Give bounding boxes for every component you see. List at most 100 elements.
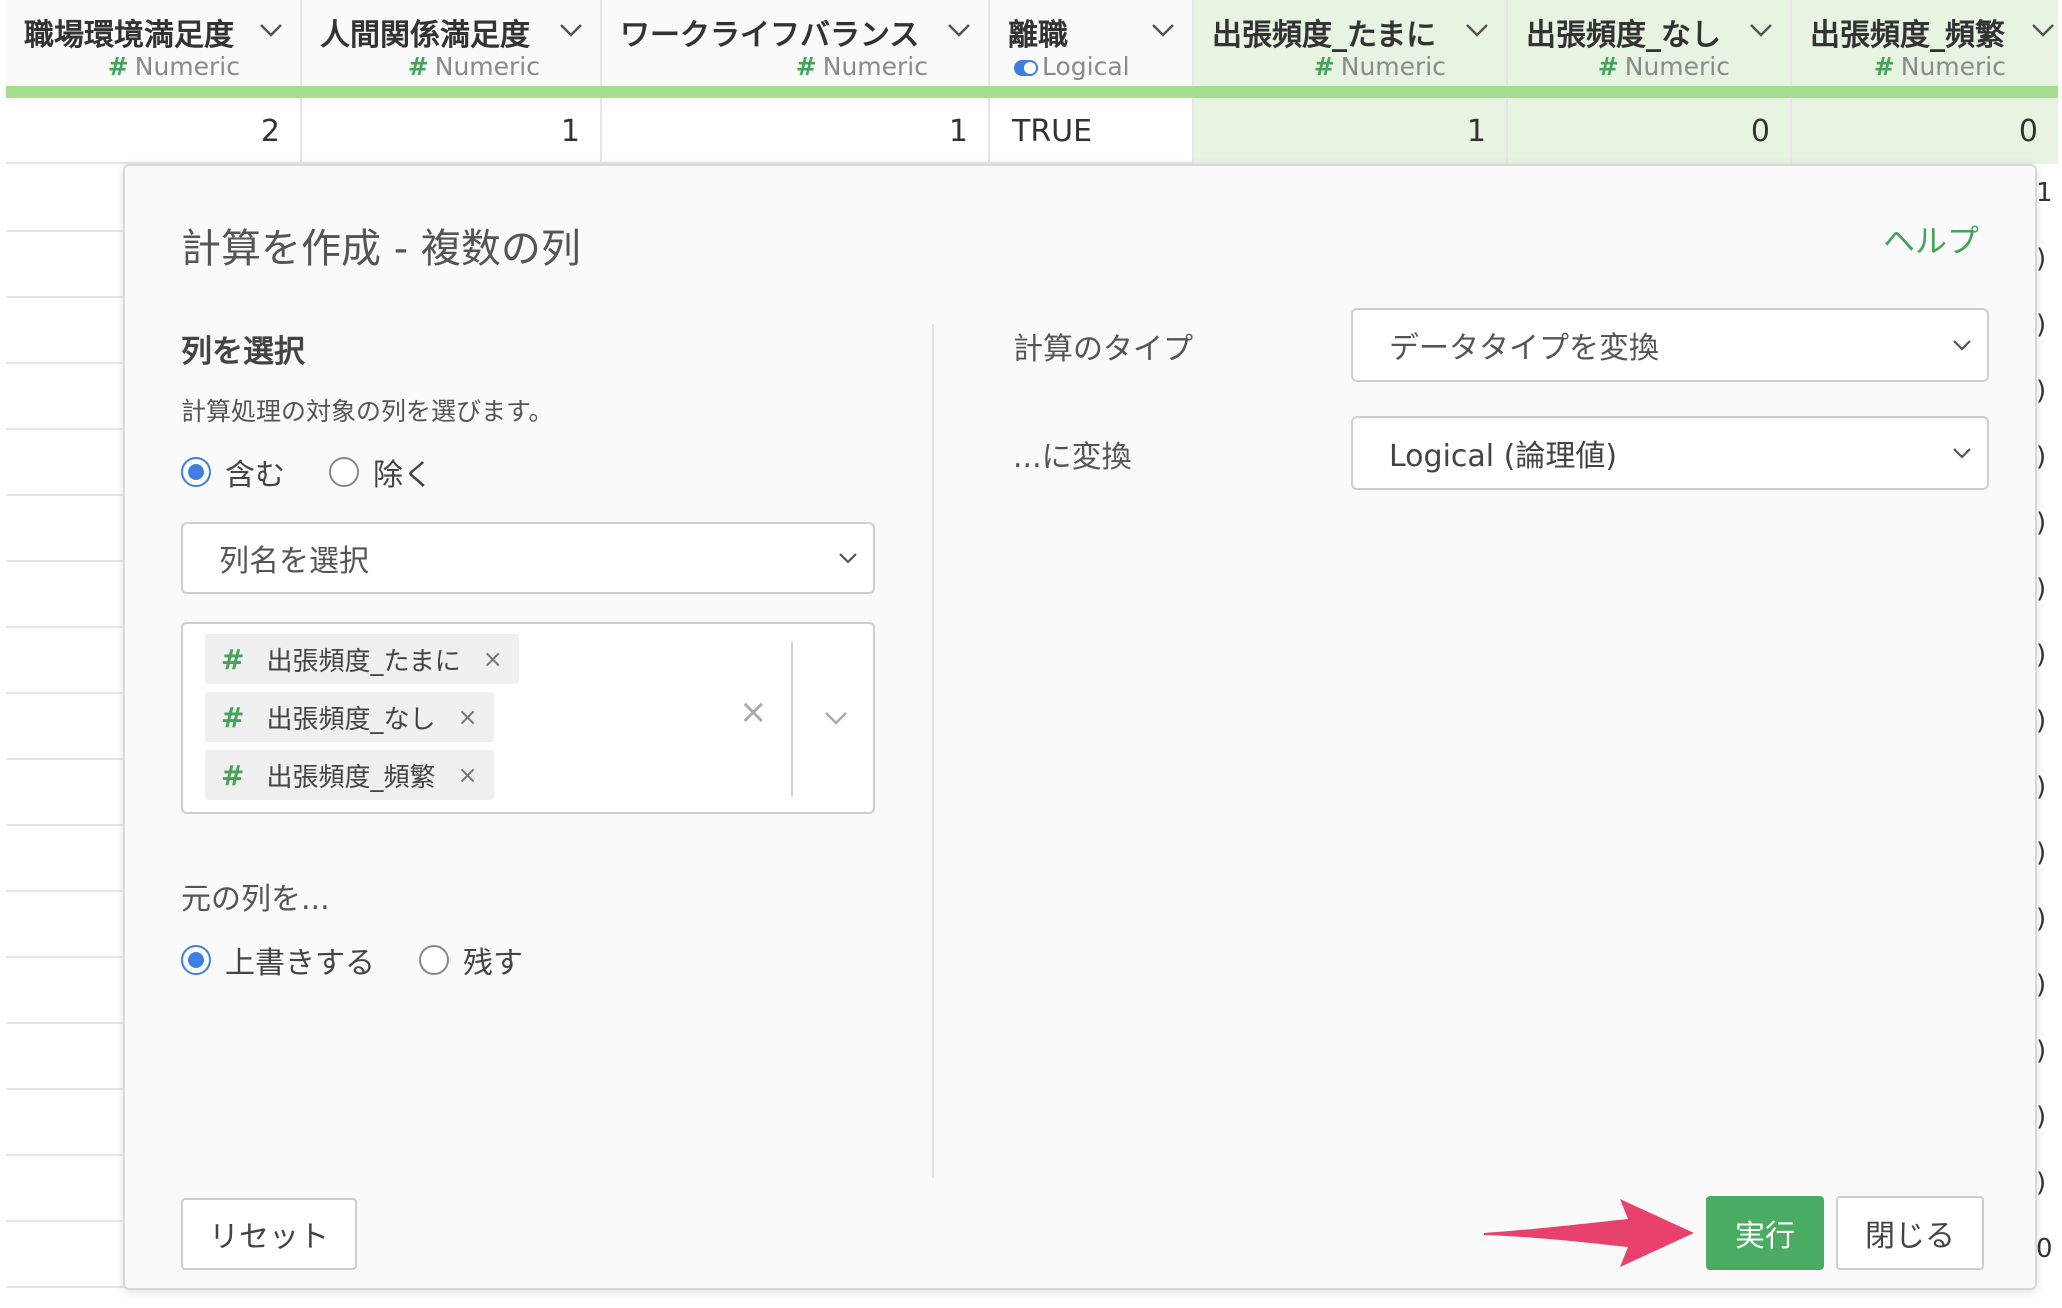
column-name: 出張頻度_たまに [1212, 18, 1437, 53]
convert-to-select[interactable]: Logical (論理値) [1351, 416, 1989, 490]
column-name: 人間関係満足度 [320, 18, 530, 53]
column-name-select-placeholder: 列名を選択 [219, 544, 369, 579]
include-exclude-radio-group: 含む 除く [181, 450, 477, 494]
grid-row-line [6, 362, 130, 364]
tag-label: 出張頻度_なし [266, 704, 436, 735]
radio-selected-icon [181, 457, 211, 487]
include-radio[interactable]: 含む [181, 450, 285, 494]
grid-edge-glyph: ) [2036, 640, 2047, 670]
column-type: # Numeric [795, 52, 928, 81]
grid-edge-glyph: 1 [2036, 178, 2053, 208]
chevron-down-icon [1953, 340, 1971, 351]
grid-row-line [6, 560, 130, 562]
grid-row-line [6, 824, 130, 826]
column-name: 職場環境満足度 [24, 18, 234, 53]
clear-all-icon[interactable]: × [739, 692, 768, 732]
column-type: # Numeric [407, 52, 540, 81]
chevron-down-icon[interactable] [946, 20, 972, 40]
select-columns-title: 列を選択 [181, 334, 305, 370]
grid-edge-glyph: ) [2036, 772, 2047, 802]
table-cell[interactable]: 1 [1194, 98, 1508, 164]
column-type: # Numeric [1597, 52, 1730, 81]
table-cell[interactable]: 0 [1508, 98, 1792, 164]
calc-type-value: データタイプを変換 [1389, 331, 1659, 366]
convert-to-label: ...に変換 [1013, 440, 1132, 475]
hash-icon: # [221, 758, 245, 792]
close-button[interactable]: 閉じる [1836, 1196, 1984, 1270]
run-button[interactable]: 実行 [1706, 1196, 1824, 1270]
overwrite-radio[interactable]: 上書きする [181, 938, 375, 982]
toggle-icon [1014, 60, 1038, 76]
help-link[interactable]: ヘルプ [1883, 216, 1979, 262]
grid-edge-glyph: ) [2036, 1102, 2047, 1132]
column-name-select[interactable]: 列名を選択 [181, 522, 875, 594]
hash-icon: # [107, 52, 129, 81]
grid-row-line [6, 692, 130, 694]
remove-tag-icon[interactable]: × [483, 645, 503, 673]
table-cell[interactable]: 1 [602, 98, 990, 164]
grid-edge-glyph: ) [2036, 838, 2047, 868]
chevron-down-icon[interactable] [558, 20, 584, 40]
grid-edge-glyph: 0 [2036, 1234, 2053, 1264]
chevron-down-icon [1953, 448, 1971, 459]
grid-row-line [6, 428, 130, 430]
table-cell[interactable]: TRUE [990, 98, 1194, 164]
tag-label: 出張頻度_たまに [266, 646, 461, 677]
header-underline [6, 86, 2058, 98]
grid-edge-glyph: ) [2036, 970, 2047, 1000]
grid-edge-glyph: ) [2036, 310, 2047, 340]
remove-tag-icon[interactable]: × [457, 761, 477, 789]
reset-button[interactable]: リセット [181, 1198, 357, 1270]
table-cell[interactable]: 0 [1792, 98, 2058, 164]
grid-edge-glyph: ) [2036, 904, 2047, 934]
grid-row-line [6, 1154, 130, 1156]
chevron-down-icon[interactable] [2030, 20, 2056, 40]
grid-row-line [6, 1088, 130, 1090]
column-header[interactable]: 出張頻度_なし # Numeric [1508, 0, 1792, 86]
original-columns-title: 元の列を... [181, 882, 330, 917]
column-header[interactable]: ワークライフバランス # Numeric [602, 0, 990, 86]
grid-edge-glyph: ) [2036, 442, 2047, 472]
calc-type-select[interactable]: データタイプを変換 [1351, 308, 1989, 382]
chevron-down-icon[interactable] [1150, 20, 1176, 40]
grid-edge-glyph: ) [2036, 376, 2047, 406]
hash-icon: # [221, 642, 245, 676]
grid-row-line [6, 296, 130, 298]
column-header[interactable]: 離職 Logical [990, 0, 1194, 86]
grid-row-line [6, 494, 130, 496]
chevron-down-icon[interactable] [1464, 20, 1490, 40]
hash-icon: # [407, 52, 429, 81]
convert-to-value: Logical (論理値) [1389, 439, 1618, 474]
column-header[interactable]: 出張頻度_たまに # Numeric [1194, 0, 1508, 86]
chevron-down-icon[interactable] [823, 708, 849, 728]
table-cell[interactable]: 1 [302, 98, 602, 164]
grid-row-line [6, 1220, 130, 1222]
dialog-title: 計算を作成 - 複数の列 [181, 226, 581, 272]
column-type: # Numeric [1873, 52, 2006, 81]
selected-column-tag: # 出張頻度_たまに × [205, 634, 519, 684]
grid-row-line [6, 758, 130, 760]
column-name: 出張頻度_なし [1526, 18, 1721, 53]
column-header[interactable]: 出張頻度_頻繁 # Numeric [1792, 0, 2058, 86]
grid-edge-glyph: ) [2036, 508, 2047, 538]
grid-row-line [6, 230, 130, 232]
selected-column-tag: # 出張頻度_頻繁 × [205, 750, 494, 800]
hash-icon: # [1873, 52, 1895, 81]
keep-radio[interactable]: 残す [419, 938, 523, 982]
column-name: 離職 [1008, 18, 1068, 53]
hash-icon: # [1313, 52, 1335, 81]
column-header[interactable]: 人間関係満足度 # Numeric [302, 0, 602, 86]
hash-icon: # [221, 700, 245, 734]
column-header[interactable]: 職場環境満足度 # Numeric [6, 0, 302, 86]
remove-tag-icon[interactable]: × [457, 703, 477, 731]
grid-edge-glyph: ) [2036, 574, 2047, 604]
grid-header-row: 職場環境満足度 # Numeric 人間関係満足度 # Numeric ワークライフ… [6, 0, 2058, 86]
radio-unselected-icon [329, 457, 359, 487]
selected-columns-box[interactable]: # 出張頻度_たまに × # 出張頻度_なし × # 出張頻度_頻繁 × × [181, 622, 875, 814]
chevron-down-icon[interactable] [258, 20, 284, 40]
tag-label: 出張頻度_頻繁 [266, 762, 436, 793]
table-cell[interactable]: 2 [6, 98, 302, 164]
exclude-radio[interactable]: 除く [329, 450, 433, 494]
chevron-down-icon[interactable] [1748, 20, 1774, 40]
grid-edge-glyph: ) [2036, 706, 2047, 736]
